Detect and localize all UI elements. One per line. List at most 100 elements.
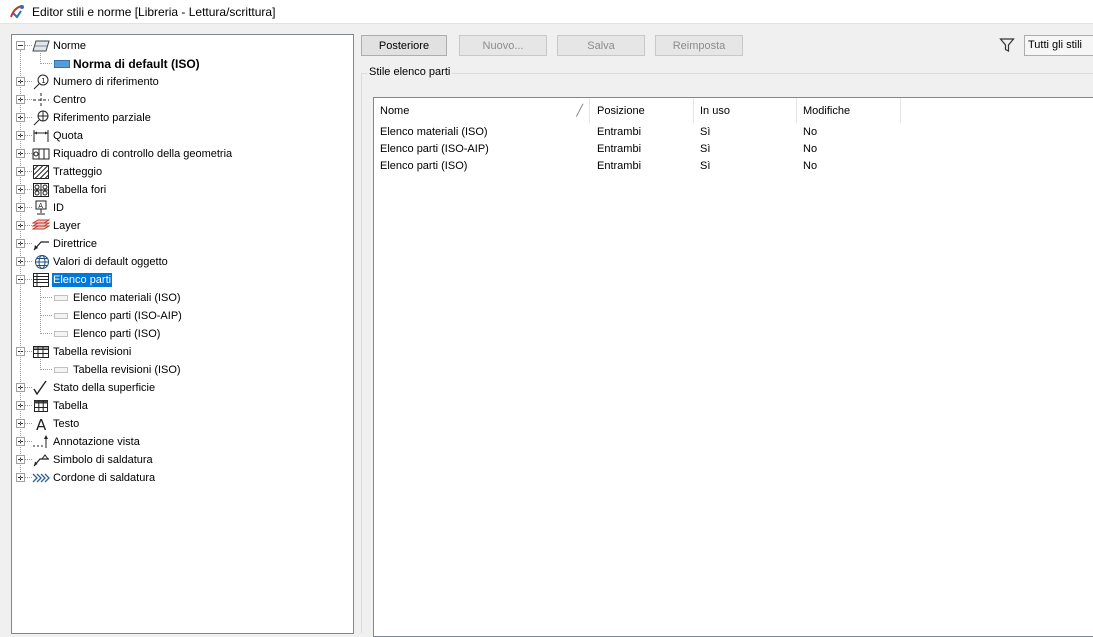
- column-header-position[interactable]: Posizione: [591, 98, 694, 123]
- tree-connector: [40, 315, 52, 316]
- tree-item-1[interactable]: Norma di default (ISO): [12, 55, 352, 73]
- globe-icon: [32, 254, 50, 270]
- tree-item-label: Valori di default oggetto: [53, 256, 168, 268]
- tree-item-12[interactable]: Valori di default oggetto: [12, 253, 352, 271]
- tree-item-label: Elenco parti (ISO-AIP): [73, 310, 182, 322]
- tree-item-10[interactable]: Layer: [12, 217, 352, 235]
- table-cell: Elenco parti (ISO): [380, 160, 468, 172]
- tree-item-23[interactable]: Simbolo di saldatura: [12, 451, 352, 469]
- tree-item-16[interactable]: Elenco parti (ISO): [12, 325, 352, 343]
- collapse-toggle-icon[interactable]: [16, 41, 25, 50]
- tree-connector: [40, 333, 52, 334]
- tree-item-label: Stato della superficie: [53, 382, 156, 394]
- filter-icon[interactable]: [999, 37, 1015, 53]
- table-cell: No: [803, 143, 818, 155]
- svg-text:A: A: [36, 416, 47, 432]
- tree-item-20[interactable]: Tabella: [12, 397, 352, 415]
- tree-item-label: Centro: [53, 94, 87, 106]
- table-cell: Sì: [700, 126, 711, 138]
- tree-item-3[interactable]: Centro: [12, 91, 352, 109]
- layers-icon: [32, 218, 50, 234]
- standard-icon: [32, 38, 50, 54]
- reset-button[interactable]: Reimposta: [655, 35, 743, 56]
- tree-item-label: Numero di riferimento: [53, 76, 159, 88]
- style-item-icon: [54, 367, 68, 373]
- svg-text:1: 1: [41, 77, 45, 85]
- tree-item-label: Annotazione vista: [53, 436, 140, 448]
- feature-control-frame-icon: [32, 146, 50, 162]
- column-header-in-use-label: In uso: [700, 104, 730, 117]
- tree-item-7[interactable]: Tratteggio: [12, 163, 352, 181]
- tree-item-label: Riquadro di controllo della geometria: [53, 148, 233, 160]
- tree-connector: [25, 171, 32, 172]
- tree-item-18[interactable]: Tabella revisioni (ISO): [12, 361, 352, 379]
- svg-text:A: A: [38, 202, 43, 210]
- tree-item-label: Tabella revisioni (ISO): [73, 364, 181, 376]
- column-header-changes[interactable]: Modifiche: [797, 98, 901, 123]
- tree-connector-vertical: [20, 50, 21, 478]
- tree-item-21[interactable]: A Testo: [12, 415, 352, 433]
- table-row[interactable]: Elenco materiali (ISO) Entrambi Sì No: [374, 124, 1093, 141]
- tree-connector: [25, 225, 32, 226]
- parts-list-icon: [32, 272, 50, 288]
- tree-connector: [25, 117, 32, 118]
- table-cell: Entrambi: [597, 143, 642, 155]
- tree-item-label: Norma di default (ISO): [73, 57, 200, 71]
- table-cell: No: [803, 126, 818, 138]
- tree-item-15[interactable]: Elenco parti (ISO-AIP): [12, 307, 352, 325]
- tree-item-4[interactable]: Riferimento parziale: [12, 109, 352, 127]
- tree-connector: [25, 423, 32, 424]
- column-header-name[interactable]: Nome ╱: [374, 98, 590, 123]
- tree-item-0[interactable]: Norme: [12, 37, 352, 55]
- weld-bead-icon: [32, 470, 50, 486]
- tree-connector: [25, 81, 32, 82]
- tree-item-24[interactable]: Cordone di saldatura: [12, 469, 352, 487]
- tree-item-label: Cordone di saldatura: [53, 472, 156, 484]
- tree-item-6[interactable]: Riquadro di controllo della geometria: [12, 145, 352, 163]
- new-button[interactable]: Nuovo...: [459, 35, 547, 56]
- save-button[interactable]: Salva: [557, 35, 645, 56]
- tree-item-8[interactable]: Tabella fori: [12, 181, 352, 199]
- tree-item-22[interactable]: Annotazione vista: [12, 433, 352, 451]
- tree-item-label: Elenco parti: [52, 273, 113, 287]
- tree-connector: [25, 351, 32, 352]
- id-icon: A: [32, 200, 50, 216]
- revision-table-icon: [32, 344, 50, 360]
- tree-item-label: Tabella: [53, 400, 88, 412]
- style-tree[interactable]: Norme Norma di default (ISO) 1 Numero di ri…: [11, 34, 354, 634]
- tree-item-9[interactable]: A ID: [12, 199, 352, 217]
- tree-item-label: Norme: [53, 40, 87, 52]
- tree-connector: [25, 387, 32, 388]
- style-item-icon: [54, 295, 68, 301]
- group-label: Stile elenco parti: [367, 66, 453, 78]
- tree-item-13[interactable]: Elenco parti: [12, 271, 352, 289]
- view-annotation-icon: [32, 434, 50, 450]
- tree-item-11[interactable]: Direttrice: [12, 235, 352, 253]
- table-row[interactable]: Elenco parti (ISO-AIP) Entrambi Sì No: [374, 141, 1093, 158]
- tree-connector: [40, 297, 52, 298]
- table-cell: No: [803, 160, 818, 172]
- tree-item-19[interactable]: Stato della superficie: [12, 379, 352, 397]
- column-header-in-use[interactable]: In uso: [694, 98, 797, 123]
- text-icon: A: [32, 416, 50, 432]
- tree-connector: [25, 243, 32, 244]
- style-filter-select[interactable]: Tutti gli stili: [1024, 35, 1093, 56]
- table-cell: Entrambi: [597, 126, 642, 138]
- style-item-icon: [54, 313, 68, 319]
- hatch-icon: [32, 164, 50, 180]
- app-icon: [10, 4, 24, 19]
- center-mark-icon: [32, 92, 50, 108]
- tree-connector: [40, 369, 52, 370]
- tree-connector-vertical: [40, 53, 41, 64]
- tree-item-14[interactable]: Elenco materiali (ISO): [12, 289, 352, 307]
- tree-item-5[interactable]: Quota: [12, 127, 352, 145]
- styles-list[interactable]: Nome ╱ Posizione In uso Modifiche Elenco…: [373, 97, 1093, 637]
- back-button[interactable]: Posteriore: [361, 35, 447, 56]
- tree-connector-vertical: [40, 359, 41, 370]
- table-row[interactable]: Elenco parti (ISO) Entrambi Sì No: [374, 158, 1093, 175]
- table-cell: Elenco parti (ISO-AIP): [380, 143, 489, 155]
- tree-item-17[interactable]: Tabella revisioni: [12, 343, 352, 361]
- tree-connector: [25, 99, 32, 100]
- tree-connector: [40, 63, 52, 64]
- tree-item-2[interactable]: 1 Numero di riferimento: [12, 73, 352, 91]
